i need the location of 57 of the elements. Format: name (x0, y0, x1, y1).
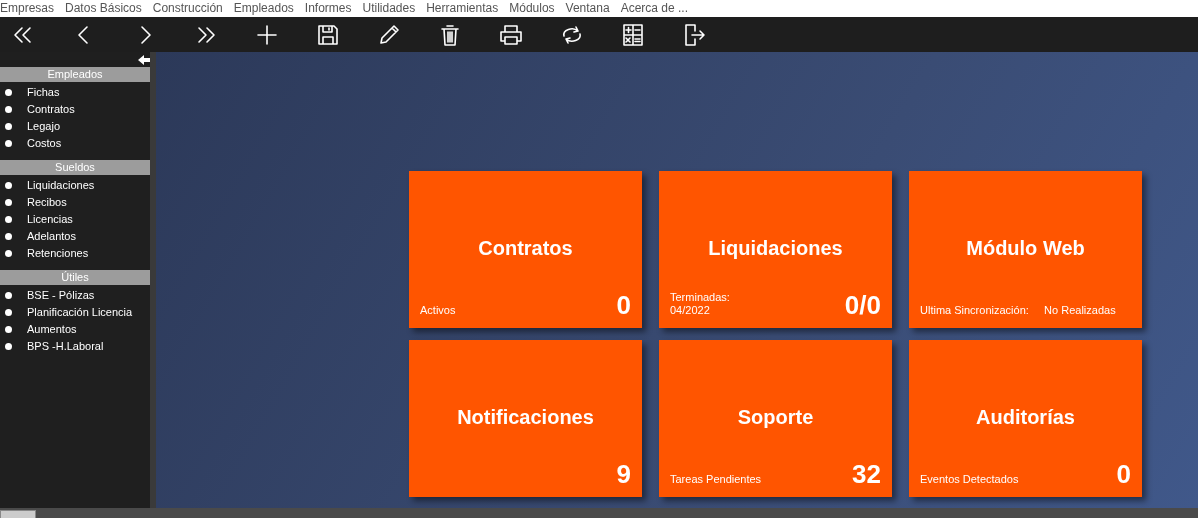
menu-item[interactable]: Módulos (509, 0, 555, 17)
bullet-icon (5, 326, 12, 333)
menu-item[interactable]: Empresas (0, 0, 55, 17)
sidebar-item[interactable]: Adelantos (27, 228, 76, 245)
section-header: Útiles (0, 270, 150, 285)
tile-value: 32 (852, 460, 881, 488)
bullet-icon (5, 250, 12, 257)
tile-title: Módulo Web (965, 236, 1086, 261)
sidebar-item[interactable]: Liquidaciones (27, 177, 95, 194)
menu-item[interactable]: Ventana (565, 0, 610, 17)
sidebar-item[interactable]: BPS -H.Laboral (27, 338, 104, 355)
bullet-icon (5, 106, 12, 113)
tile-value: 0 (1116, 460, 1131, 488)
bullet-icon (5, 199, 12, 206)
tile-caption: Tareas Pendientes (670, 473, 762, 487)
sidebar-item[interactable]: Legajo (27, 118, 61, 135)
bullet-icon (5, 123, 12, 130)
tile-value: 0 (616, 291, 631, 319)
sidebar-item[interactable]: Retenciones (27, 245, 89, 262)
bullet-icon (5, 343, 12, 350)
tile-title: Soporte (736, 405, 815, 430)
bullet-icon (5, 182, 12, 189)
tile-caption: Activos (420, 304, 456, 318)
sidebar-item[interactable]: Costos (27, 135, 62, 152)
sidebar-item[interactable]: BSE - Pólizas (27, 287, 95, 304)
sidebar-item[interactable]: Aumentos (27, 321, 77, 338)
menu-item[interactable]: Construcción (152, 0, 223, 17)
tile-title: Liquidaciones (707, 236, 844, 261)
tile-title: Auditorías (975, 405, 1076, 430)
menu-item[interactable]: Utilidades (362, 0, 416, 17)
sidebar-item[interactable]: Fichas (27, 84, 60, 101)
tile-value: 9 (616, 460, 631, 488)
menu-item[interactable]: Empleados (233, 0, 294, 17)
tile-caption: Terminadas: 04/2022 (670, 291, 730, 318)
bullet-icon (5, 89, 12, 96)
sidebar-item[interactable]: Planificación Licencia (27, 304, 133, 321)
collapse-arrow-icon[interactable] (138, 52, 150, 67)
bullet-icon (5, 140, 12, 147)
bullet-icon (5, 233, 12, 240)
section-header: Sueldos (0, 160, 150, 175)
sidebar-item[interactable]: Contratos (27, 101, 75, 118)
sidebar-item[interactable]: Recibos (27, 194, 67, 211)
bullet-icon (5, 216, 12, 223)
menu-item[interactable]: Herramientas (426, 0, 499, 17)
section-header: Empleados (0, 67, 150, 82)
menu-item[interactable]: Acerca de ... (620, 0, 688, 17)
tile-caption: Ultima Sincronización: No Realizadas (920, 304, 1116, 318)
tile-title: Contratos (477, 236, 574, 261)
calculator-icon[interactable] (620, 21, 646, 48)
tile-caption: Eventos Detectados (920, 473, 1019, 487)
menu-item[interactable]: Informes (304, 0, 352, 17)
menu-item[interactable]: Datos Básicos (65, 0, 142, 17)
tile-value: 0/0 (844, 291, 881, 319)
bullet-icon (5, 292, 12, 299)
sidebar-item[interactable]: Licencias (27, 211, 73, 228)
bullet-icon (5, 309, 12, 316)
tile-title: Notificaciones (456, 405, 595, 430)
